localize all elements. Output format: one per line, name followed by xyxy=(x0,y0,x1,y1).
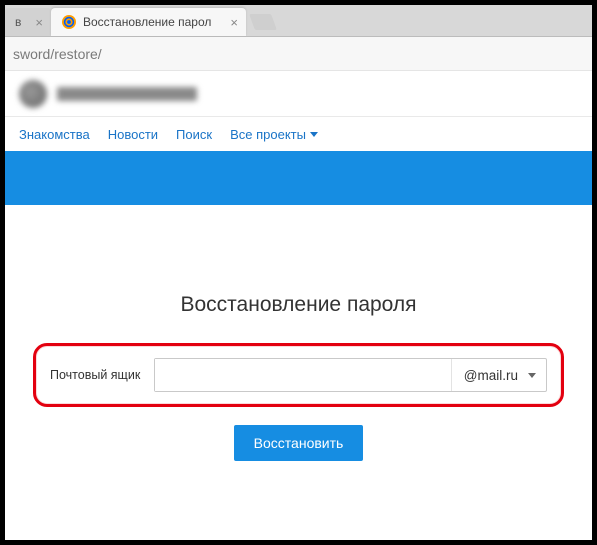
browser-tab-active[interactable]: Восстановление парол × xyxy=(51,8,246,36)
tab-title: Восстановление парол xyxy=(83,15,211,29)
tab-title-fragment: в xyxy=(15,15,21,29)
blurred-logo xyxy=(19,80,197,108)
email-input[interactable] xyxy=(155,359,450,391)
mailru-favicon-icon xyxy=(61,14,77,30)
browser-tabstrip: в × Восстановление парол × xyxy=(5,5,592,37)
email-label: Почтовый ящик xyxy=(50,368,140,382)
page-title: Восстановление пароля xyxy=(33,293,564,317)
nav-link-search[interactable]: Поиск xyxy=(176,127,212,142)
url-text: sword/restore/ xyxy=(13,46,102,62)
site-toolbar xyxy=(5,71,592,117)
close-icon[interactable]: × xyxy=(230,16,238,29)
header-banner xyxy=(5,151,592,205)
new-tab-button[interactable] xyxy=(249,14,277,30)
nav-link-label: Все проекты xyxy=(230,127,306,142)
close-icon[interactable]: × xyxy=(35,16,43,29)
top-nav: Знакомства Новости Поиск Все проекты xyxy=(5,117,592,151)
email-input-group: @mail.ru xyxy=(154,358,547,392)
main-content: Восстановление пароля Почтовый ящик @mai… xyxy=(5,205,592,461)
browser-url-bar[interactable]: sword/restore/ xyxy=(5,37,592,71)
restore-button[interactable]: Восстановить xyxy=(234,425,364,461)
nav-link-dating[interactable]: Знакомства xyxy=(19,127,90,142)
logo-text xyxy=(57,87,197,101)
logo-icon xyxy=(19,80,47,108)
browser-tab-inactive[interactable]: в × xyxy=(5,8,51,36)
chevron-down-icon xyxy=(310,132,318,137)
nav-link-all-projects[interactable]: Все проекты xyxy=(230,127,318,142)
domain-selected-label: @mail.ru xyxy=(464,368,518,383)
domain-select[interactable]: @mail.ru xyxy=(451,359,546,391)
chevron-down-icon xyxy=(528,373,536,378)
nav-link-news[interactable]: Новости xyxy=(108,127,158,142)
email-row-highlight: Почтовый ящик @mail.ru xyxy=(33,343,564,407)
